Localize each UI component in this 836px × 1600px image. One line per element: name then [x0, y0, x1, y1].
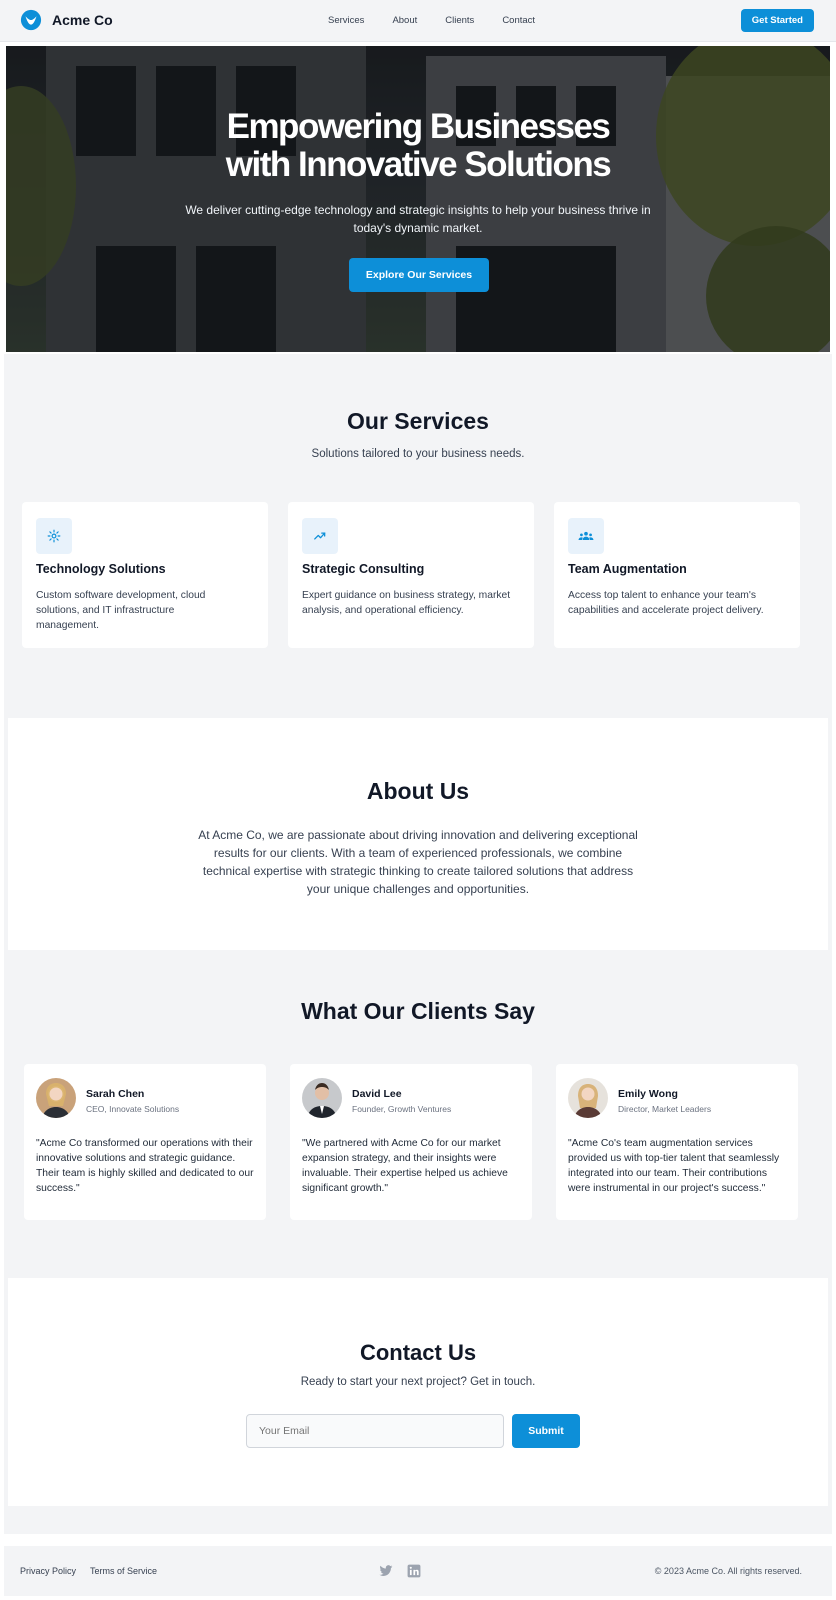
service-description: Access top talent to enhance your team's…	[568, 590, 764, 616]
testimonial-card: David Lee Founder, Growth Ventures "We p…	[290, 1064, 532, 1220]
testimonial-card: Sarah Chen CEO, Innovate Solutions "Acme…	[24, 1064, 266, 1220]
main-nav: Services About Clients Contact	[318, 11, 545, 30]
service-card-team: Team Augmentation Access top talent to e…	[554, 502, 800, 648]
contact-section: Contact Us Ready to start your next proj…	[8, 1278, 828, 1506]
about-text: At Acme Co, we are passionate about driv…	[198, 828, 638, 896]
copyright-text: © 2023 Acme Co. All rights reserved.	[654, 1566, 802, 1576]
service-card-technology: Technology Solutions Custom software dev…	[22, 502, 268, 648]
gear-icon	[36, 518, 72, 554]
service-title: Strategic Consulting	[302, 562, 425, 576]
testimonial-role: Director, Market Leaders	[618, 1104, 712, 1114]
logo-icon	[20, 9, 42, 31]
service-card-consulting: Strategic Consulting Expert guidance on …	[288, 502, 534, 648]
contact-title: Contact Us	[359, 1340, 477, 1365]
service-title: Team Augmentation	[568, 562, 687, 576]
testimonial-quote: "Acme Co transformed our operations with…	[36, 1138, 254, 1194]
testimonial-quote: "We partnered with Acme Co for our marke…	[302, 1138, 508, 1194]
nav-services[interactable]: Services	[318, 11, 374, 30]
hero-section: Empowering Businesses with Innovative So…	[6, 46, 830, 352]
service-title: Technology Solutions	[36, 562, 166, 576]
testimonial-role: Founder, Growth Ventures	[352, 1104, 452, 1114]
email-field[interactable]	[246, 1414, 504, 1448]
nav-clients[interactable]: Clients	[435, 11, 484, 30]
testimonial-quote: "Acme Co's team augmentation services pr…	[568, 1138, 780, 1194]
services-subtitle: Solutions tailored to your business need…	[311, 448, 525, 460]
brand-name: Acme Co	[52, 12, 113, 28]
nav-contact[interactable]: Contact	[492, 11, 545, 30]
privacy-policy-link[interactable]: Privacy Policy	[20, 1566, 76, 1576]
site-header: Acme Co Services About Clients Contact G…	[0, 0, 836, 42]
submit-button[interactable]: Submit	[512, 1414, 580, 1448]
explore-services-button[interactable]: Explore Our Services	[349, 258, 489, 292]
services-title: Our Services	[347, 408, 489, 434]
site-footer: Privacy Policy Terms of Service © 2023 A…	[4, 1546, 832, 1596]
trend-chart-icon	[302, 518, 338, 554]
avatar	[568, 1078, 608, 1118]
nav-about[interactable]: About	[382, 11, 427, 30]
hero-subtitle: We deliver cutting-edge technology and s…	[185, 203, 651, 235]
about-title: About Us	[366, 778, 470, 804]
avatar	[36, 1078, 76, 1118]
testimonials-title: What Our Clients Say	[301, 998, 535, 1024]
about-section: About Us At Acme Co, we are passionate a…	[8, 718, 828, 950]
testimonial-name: Sarah Chen	[86, 1088, 145, 1100]
linkedin-icon[interactable]	[404, 1561, 424, 1581]
hero-title: Empowering Businesses with Innovative So…	[6, 108, 830, 184]
service-description: Custom software development, cloud solut…	[36, 590, 206, 631]
twitter-icon[interactable]	[376, 1561, 396, 1581]
service-description: Expert guidance on business strategy, ma…	[302, 590, 511, 616]
brand[interactable]: Acme Co	[20, 9, 113, 31]
team-icon	[568, 518, 604, 554]
contact-subtitle: Ready to start your next project? Get in…	[300, 1376, 536, 1388]
testimonial-name: David Lee	[352, 1088, 402, 1100]
get-started-button[interactable]: Get Started	[740, 9, 814, 32]
hero-title-line1: Empowering Businesses	[226, 107, 611, 146]
testimonial-card: Emily Wong Director, Market Leaders "Acm…	[556, 1064, 798, 1220]
testimonial-name: Emily Wong	[618, 1088, 678, 1100]
testimonial-role: CEO, Innovate Solutions	[86, 1104, 180, 1114]
hero-title-line2: with Innovative Solutions	[225, 145, 612, 184]
terms-of-service-link[interactable]: Terms of Service	[90, 1566, 157, 1576]
main-content: Our Services Solutions tailored to your …	[4, 354, 832, 1534]
avatar	[302, 1078, 342, 1118]
